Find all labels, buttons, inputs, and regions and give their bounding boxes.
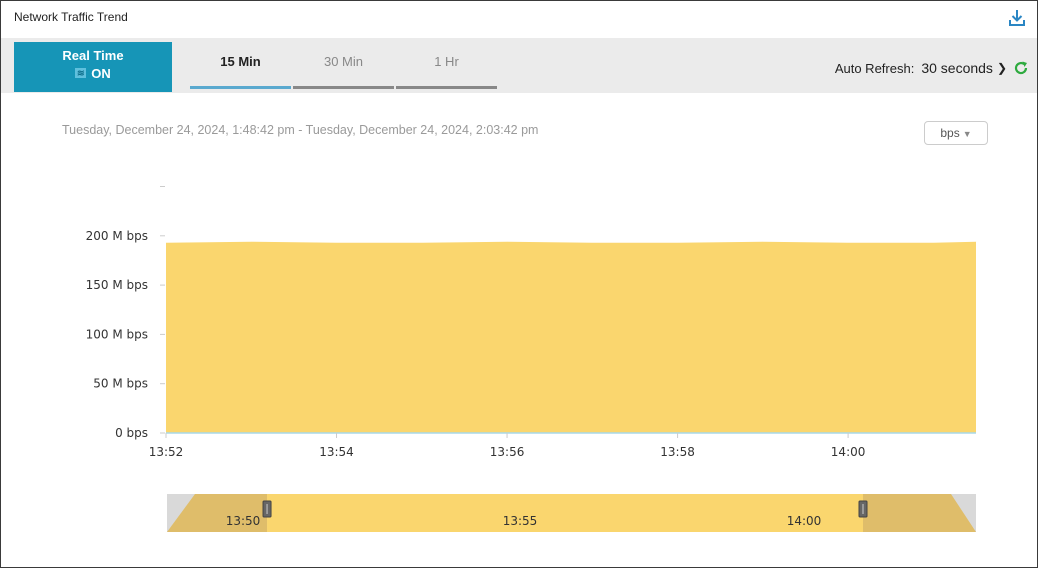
y-tick-label: 50 M bps — [93, 377, 148, 391]
traffic-chart: 0 bps 50 M bps 100 M bps 150 M bps 200 M bps… — [86, 186, 977, 532]
x-tick-label: 13:56 — [490, 445, 525, 459]
y-tick-label: 200 M bps — [86, 229, 148, 243]
x-tick-label: 13:52 — [149, 445, 184, 459]
x-tick-label: 14:00 — [831, 445, 866, 459]
navigator-label: 14:00 — [787, 514, 822, 528]
x-tick-label: 13:58 — [660, 445, 695, 459]
traffic-area-series — [166, 241, 976, 433]
x-tick-label: 13:54 — [319, 445, 354, 459]
navigator-label: 13:55 — [503, 514, 538, 528]
navigator-label: 13:50 — [226, 514, 261, 528]
y-tick-label: 0 bps — [115, 426, 148, 440]
y-tick-label: 100 M bps — [86, 327, 148, 341]
navigator-selected-range[interactable] — [267, 494, 863, 532]
network-traffic-trend-panel: Network Traffic Trend Real Time ≋ ON 15 … — [0, 0, 1038, 568]
y-tick-label: 150 M bps — [86, 278, 148, 292]
